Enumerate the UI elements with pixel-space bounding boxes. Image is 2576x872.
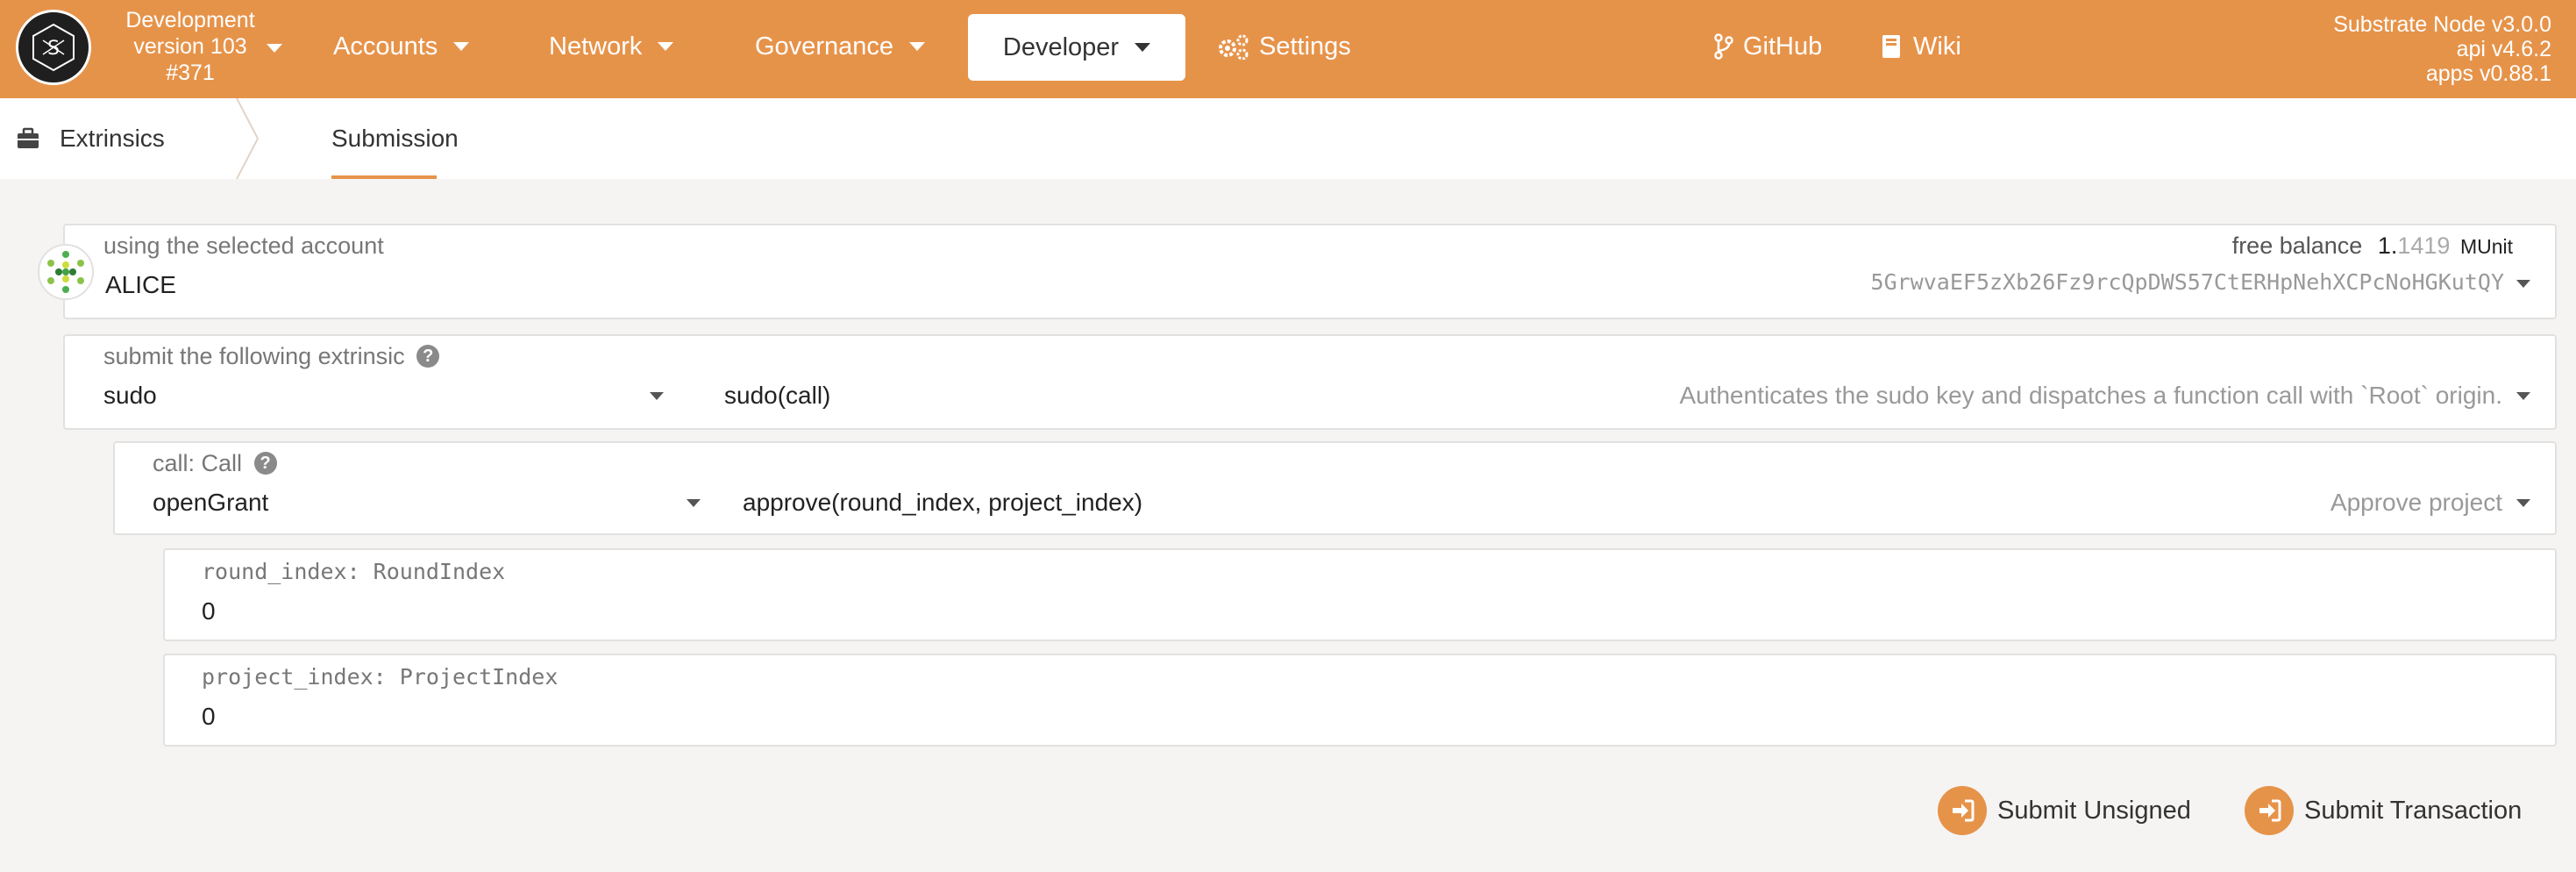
code-branch-icon — [1714, 33, 1733, 60]
nav-developer[interactable]: Developer — [968, 14, 1185, 81]
submit-unsigned-label: Submit Unsigned — [1997, 796, 2191, 825]
apps-version: apps v0.88.1 — [2425, 61, 2551, 86]
call-module-dropdown[interactable]: openGrant — [115, 478, 729, 531]
project-index-input[interactable]: 0 — [202, 703, 216, 731]
method-description: Authenticates the sudo key and dispatche… — [1679, 382, 2502, 409]
call-method-dropdown[interactable]: approve(round_index, project_index) Appr… — [743, 478, 2555, 531]
active-tab-indicator — [331, 175, 437, 179]
substrate-logo-icon[interactable]: S — [16, 10, 91, 85]
call-label: call: Call ? — [153, 450, 277, 477]
nav-accounts[interactable]: Accounts — [333, 0, 470, 93]
account-address: 5GrwvaEF5zXb26Fz9rcQpDWS57CtERHpNehXCPcN… — [1870, 269, 2504, 295]
help-icon[interactable]: ? — [416, 344, 440, 368]
nav-network[interactable]: Network — [549, 0, 674, 93]
balance-unit: MUnit — [2459, 235, 2513, 258]
sign-in-icon — [1938, 786, 1987, 835]
block-number: #371 — [166, 61, 215, 85]
briefcase-icon — [18, 127, 39, 148]
call-label-text: call: Call — [153, 450, 243, 476]
nav-accounts-label: Accounts — [333, 32, 438, 61]
method-value: sudo(call) — [724, 382, 831, 409]
nav-settings[interactable]: Settings — [1217, 0, 1351, 93]
nav-github-label: GitHub — [1743, 32, 1823, 61]
call-module-value: openGrant — [153, 489, 269, 516]
tab-submission[interactable]: Submission — [331, 98, 459, 179]
chevron-down-icon — [658, 42, 674, 51]
module-value: sudo — [103, 382, 157, 409]
round-index-label: round_index: RoundIndex — [202, 559, 506, 584]
help-icon[interactable]: ? — [253, 451, 277, 475]
call-selector: call: Call ? openGrant approve(round_ind… — [113, 441, 2557, 535]
chevron-down-icon — [650, 392, 664, 400]
nav-wiki[interactable]: Wiki — [1880, 0, 1961, 93]
round-index-field[interactable]: round_index: RoundIndex 0 — [163, 548, 2557, 641]
submit-unsigned-button[interactable]: Submit Unsigned — [1938, 786, 2191, 835]
extrinsic-label-text: submit the following extrinsic — [103, 343, 405, 369]
chevron-down-icon — [453, 42, 470, 51]
tab-extrinsics[interactable]: Extrinsics — [16, 98, 165, 179]
sign-in-icon — [2245, 786, 2294, 835]
submit-transaction-button[interactable]: Submit Transaction — [2245, 786, 2522, 835]
nav-wiki-label: Wiki — [1913, 32, 1961, 61]
api-version: api v4.6.2 — [2456, 37, 2551, 61]
tab-extrinsics-label: Extrinsics — [60, 125, 165, 152]
breadcrumb-divider — [236, 98, 260, 179]
chain-version: version 103 — [133, 34, 247, 59]
svg-text:S: S — [47, 38, 60, 60]
project-index-field[interactable]: project_index: ProjectIndex 0 — [163, 654, 2557, 747]
extrinsic-selector: submit the following extrinsic ? sudo su… — [63, 334, 2557, 430]
gears-icon — [1219, 34, 1249, 60]
account-selector[interactable]: using the selected account ALICE free ba… — [63, 224, 2557, 319]
submit-transaction-label: Submit Transaction — [2304, 796, 2523, 825]
round-index-input[interactable]: 0 — [202, 597, 216, 625]
balance-decimal: 1419 — [2397, 232, 2451, 259]
nav-governance[interactable]: Governance — [755, 0, 925, 93]
balance-label: free balance — [2231, 232, 2363, 259]
extrinsic-label: submit the following extrinsic ? — [103, 343, 440, 370]
nav-developer-label: Developer — [1002, 32, 1120, 61]
chevron-down-icon — [2516, 499, 2530, 507]
version-info: Substrate Node v3.0.0 api v4.6.2 apps v0… — [2333, 12, 2551, 86]
balance-integer: 1. — [2377, 232, 2398, 259]
call-method-description: Approve project — [2330, 489, 2502, 516]
project-index-label: project_index: ProjectIndex — [202, 664, 559, 690]
chevron-down-icon — [687, 499, 701, 507]
module-dropdown[interactable]: sudo — [65, 371, 679, 424]
chevron-down-icon — [1135, 43, 1151, 52]
node-version: Substrate Node v3.0.0 — [2333, 12, 2551, 37]
chevron-down-icon — [909, 42, 925, 51]
chain-name: Development — [125, 8, 255, 32]
chevron-down-icon — [2516, 392, 2530, 400]
top-navigation-bar: S Development version 103 #371 Accounts … — [0, 0, 2576, 98]
tab-submission-label: Submission — [331, 125, 459, 152]
chevron-down-icon — [267, 44, 282, 53]
account-name: ALICE — [105, 271, 176, 298]
method-dropdown[interactable]: sudo(call) Authenticates the sudo key an… — [714, 371, 2555, 424]
nav-network-label: Network — [549, 32, 643, 61]
call-method-value: approve(round_index, project_index) — [743, 489, 1143, 516]
chevron-down-icon — [2516, 280, 2530, 288]
account-label: using the selected account — [103, 232, 384, 259]
sub-navigation: Extrinsics Submission — [0, 98, 2576, 179]
nav-settings-label: Settings — [1259, 32, 1351, 61]
book-icon — [1882, 35, 1900, 58]
nav-governance-label: Governance — [755, 32, 893, 61]
chain-selector[interactable]: Development version 103 #371 — [98, 7, 282, 86]
free-balance: free balance 1.1419 MUnit — [2232, 232, 2513, 260]
nav-github[interactable]: GitHub — [1713, 0, 1822, 93]
account-identicon[interactable] — [38, 244, 94, 300]
